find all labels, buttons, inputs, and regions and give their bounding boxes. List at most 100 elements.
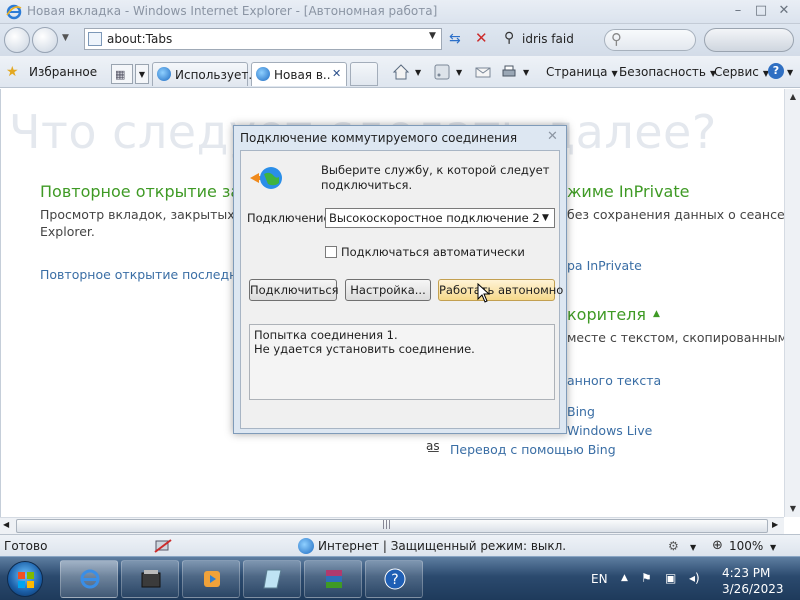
inprivate-link[interactable]: ра InPrivate <box>567 258 642 273</box>
connection-select[interactable]: Высокоскоростное подключение 2 ▼ <box>325 208 555 228</box>
grip-icon: ||| <box>382 520 392 530</box>
favorites-button[interactable]: Избранное <box>29 65 97 79</box>
taskbar-ie-button[interactable] <box>60 560 118 598</box>
minimize-button[interactable]: – <box>727 2 749 20</box>
help-icon[interactable]: ? <box>768 63 784 79</box>
zoom-level[interactable]: 100% <box>729 539 763 553</box>
dialog-prompt: Выберите службу, к которой следует подкл… <box>321 163 549 193</box>
protected-mode-dropdown-icon[interactable]: ▼ <box>690 543 696 552</box>
print-dropdown-icon[interactable]: ▼ <box>523 68 529 77</box>
reopen-last-session-link[interactable]: Повторное открытие последнег <box>40 267 252 282</box>
safety-menu-label: Безопасность <box>619 65 706 79</box>
quick-tabs-button[interactable]: ▦ <box>111 64 133 84</box>
connection-status-log: Попытка соединения 1. Не удается установ… <box>249 324 555 400</box>
auto-connect-label[interactable]: Подключаться автоматически <box>341 245 525 259</box>
status-text: Готово <box>4 539 48 553</box>
protected-mode-icon[interactable]: ⚙ <box>668 539 679 553</box>
stop-icon[interactable]: ✕ <box>475 29 488 47</box>
offline-status-icon[interactable] <box>154 538 172 554</box>
feeds-dropdown-icon[interactable]: ▼ <box>456 68 462 77</box>
accelerator-link[interactable]: Windows Live <box>567 423 652 438</box>
new-tab-button[interactable] <box>350 62 378 86</box>
media-player-icon <box>204 571 220 587</box>
address-input[interactable]: about:Tabs <box>107 32 172 46</box>
scroll-left-icon[interactable]: ◀ <box>3 520 9 529</box>
tab-active[interactable]: Новая в... ✕ <box>251 62 347 86</box>
tab-inactive[interactable]: Использует... <box>152 62 260 86</box>
clock-time[interactable]: 4:23 PM <box>722 566 770 580</box>
dialog-close-icon[interactable]: ✕ <box>547 129 558 144</box>
home-icon[interactable] <box>392 63 410 81</box>
windows-logo-icon <box>18 572 34 588</box>
auto-connect-checkbox[interactable] <box>325 246 337 258</box>
feeds-icon[interactable] <box>433 63 451 81</box>
inprivate-description: без сохранения данных о сеансе <box>567 207 784 222</box>
mail-icon[interactable] <box>474 63 492 81</box>
back-button[interactable] <box>4 27 30 53</box>
accelerator-link[interactable]: Bing <box>567 404 595 419</box>
volume-icon[interactable]: ◂) <box>689 571 700 585</box>
help-circle-icon: ? <box>384 568 406 590</box>
search-provider-button[interactable] <box>704 28 794 52</box>
navigation-bar: ▼ about:Tabs ▼ ⇆ ✕ ⚲ idris faid ⚲ <box>0 24 800 56</box>
search-input[interactable]: ⚲ <box>604 29 696 51</box>
scroll-down-icon[interactable]: ▼ <box>785 501 800 517</box>
chevron-down-icon: ▼ <box>542 213 549 223</box>
magnifier-icon: ⚲ <box>611 30 622 48</box>
close-tab-icon[interactable]: ✕ <box>332 67 341 80</box>
vertical-scrollbar[interactable]: ▲ ▼ <box>784 89 800 517</box>
history-dropdown-icon[interactable]: ▼ <box>62 33 69 43</box>
address-bar[interactable]: about:Tabs ▼ <box>84 28 442 50</box>
scroll-thumb[interactable]: ||| <box>16 519 768 533</box>
safety-menu[interactable]: Безопасность ▼ <box>619 65 716 79</box>
accelerators-heading: корителя <box>567 305 647 324</box>
network-icon[interactable]: ▣ <box>665 571 676 585</box>
print-icon[interactable] <box>500 63 518 81</box>
clock-date[interactable]: 3/26/2023 <box>722 582 784 596</box>
accelerator-link[interactable]: Перевод с помощью Bing <box>450 442 616 457</box>
tab-list-dropdown[interactable]: ▼ <box>135 64 149 84</box>
page-menu[interactable]: Страница ▼ <box>546 65 618 79</box>
favorites-bar: ★ Избранное ▦ ▼ Использует... Новая в...… <box>0 56 800 88</box>
taskbar: ? EN ▲ ⚑ ▣ ◂) 4:23 PM 3/26/2023 <box>0 556 800 600</box>
search-query[interactable]: ⚲ idris faid <box>500 28 590 50</box>
forward-button[interactable] <box>32 27 58 53</box>
tools-menu[interactable]: Сервис ▼ <box>714 65 769 79</box>
title-bar: Новая вкладка - Windows Internet Explore… <box>0 0 800 24</box>
taskbar-notepad-button[interactable] <box>243 560 301 598</box>
tools-menu-label: Сервис <box>714 65 759 79</box>
folder-icon <box>141 570 161 588</box>
dialog-prompt-line: подключиться. <box>321 178 413 192</box>
tab-ie-icon <box>157 67 171 81</box>
taskbar-help-button[interactable]: ? <box>365 560 423 598</box>
taskbar-media-player-button[interactable] <box>182 560 240 598</box>
connect-button[interactable]: Подключиться <box>249 279 339 301</box>
page-menu-label: Страница <box>546 65 608 79</box>
home-dropdown-icon[interactable]: ▼ <box>415 68 421 77</box>
show-hidden-icons-icon[interactable]: ▲ <box>621 573 628 583</box>
settings-button[interactable]: Настройка... <box>345 279 431 301</box>
winrar-icon <box>326 570 342 588</box>
tab-ie-icon <box>256 67 270 81</box>
accelerator-link[interactable]: анного текста <box>567 373 661 388</box>
taskbar-explorer-button[interactable] <box>121 560 179 598</box>
refresh-icon[interactable]: ⇆ <box>449 31 461 47</box>
taskbar-winrar-button[interactable] <box>304 560 362 598</box>
address-dropdown-icon[interactable]: ▼ <box>429 31 436 41</box>
help-dropdown-icon[interactable]: ▼ <box>787 68 793 77</box>
favorites-star-icon[interactable]: ★ <box>6 65 24 79</box>
work-offline-button[interactable]: Работать автономно <box>438 279 563 301</box>
maximize-button[interactable]: □ <box>750 2 772 20</box>
page-icon <box>88 32 102 46</box>
collapse-icon[interactable]: ▲ <box>653 309 660 319</box>
action-center-flag-icon[interactable]: ⚑ <box>641 571 652 585</box>
security-zone-text[interactable]: Интернет | Защищенный режим: выкл. <box>318 539 566 553</box>
language-indicator[interactable]: EN <box>591 572 608 586</box>
start-button[interactable] <box>7 561 43 597</box>
zoom-dropdown-icon[interactable]: ▼ <box>770 543 776 552</box>
tab-label: Использует... <box>175 68 260 82</box>
scroll-up-icon[interactable]: ▲ <box>785 89 800 105</box>
close-window-button[interactable]: ✕ <box>773 2 795 20</box>
scroll-right-icon[interactable]: ▶ <box>772 520 778 529</box>
horizontal-scrollbar[interactable]: ◀ ||| ▶ <box>0 517 784 534</box>
